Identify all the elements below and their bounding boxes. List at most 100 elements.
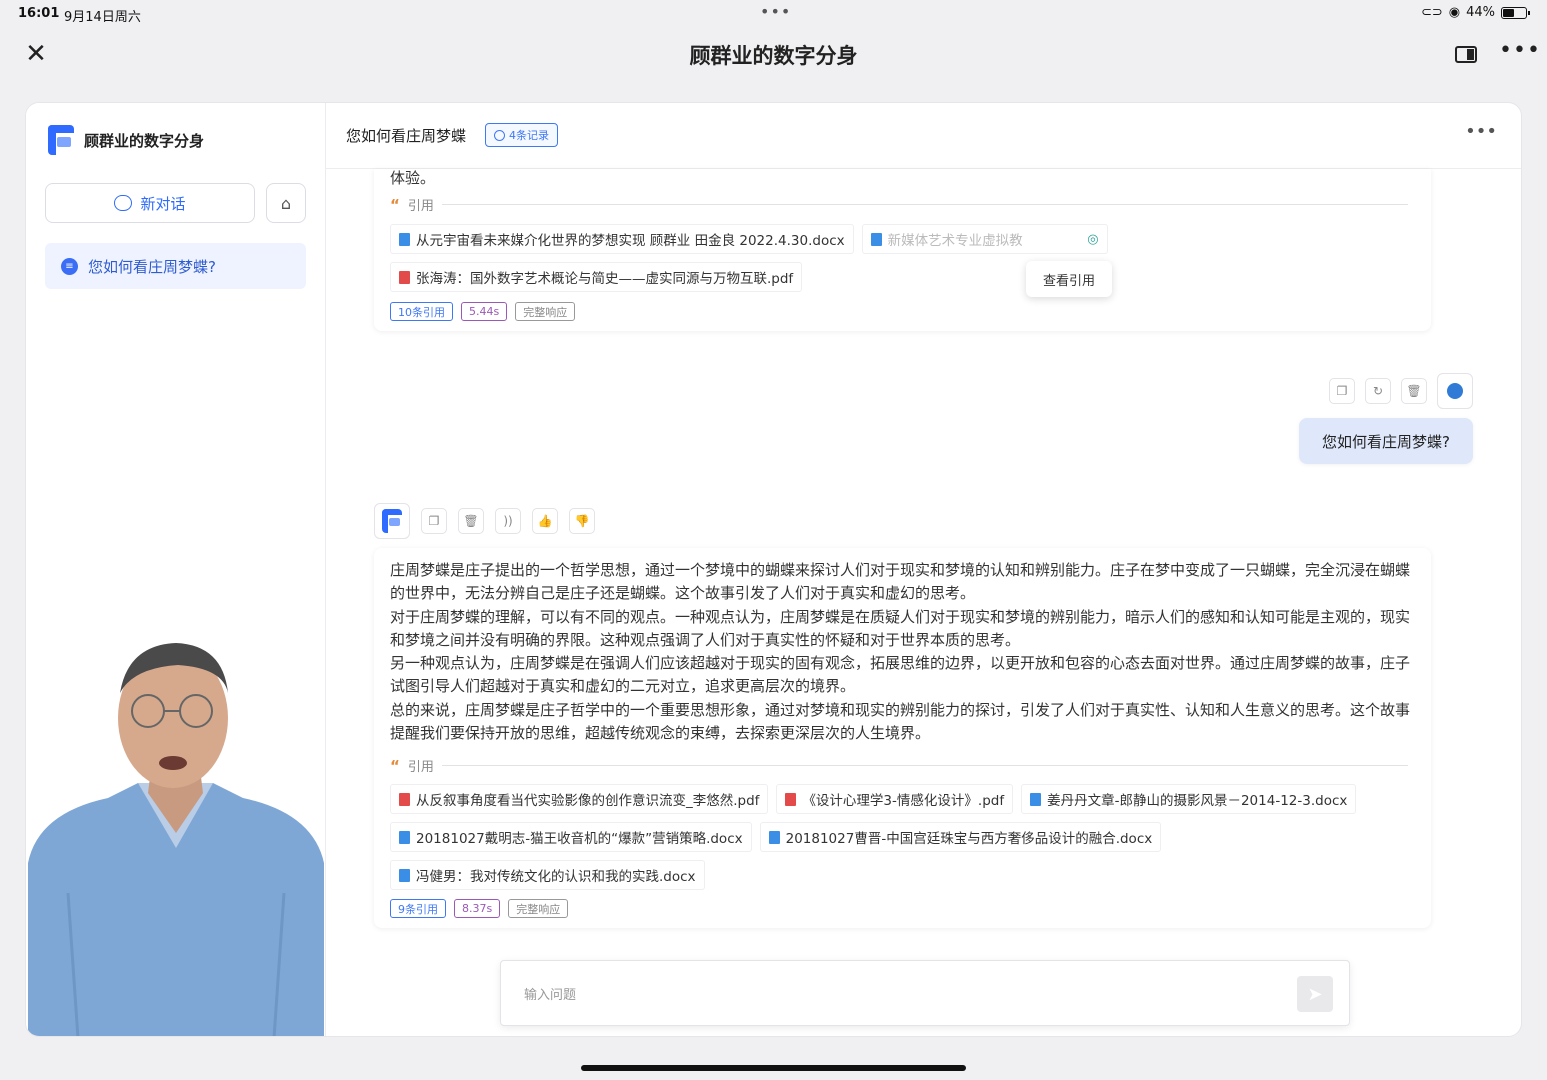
question-input-bar[interactable]: 输入问题 ➤ xyxy=(500,960,1350,1026)
docx-file-icon xyxy=(1030,792,1042,806)
bot-message-actions: ❐ 🗑 )) 👍 👎 xyxy=(374,503,595,539)
copy-icon[interactable]: ❐ xyxy=(421,508,447,534)
citation-name: 从元宇宙看未来媒介化世界的梦想实现 顾群业 田金良 2022.4.30.docx xyxy=(416,233,845,249)
send-button[interactable]: ➤ xyxy=(1297,976,1333,1012)
avatar-video xyxy=(28,633,324,1036)
citation-chip[interactable]: 从反叙事角度看当代实验影像的创作意识流变_李悠然.pdf xyxy=(390,784,769,814)
lock-rotation-icon: ◉ xyxy=(1448,5,1461,20)
citation-list: 从元宇宙看未来媒介化世界的梦想实现 顾群业 田金良 2022.4.30.docx… xyxy=(390,224,1420,292)
user-message: 您如何看庄周梦蝶? xyxy=(1299,418,1473,464)
split-view-icon[interactable] xyxy=(1455,46,1477,63)
more-options-icon[interactable]: ••• xyxy=(1499,38,1541,63)
pdf-file-icon xyxy=(785,792,797,806)
user-avatar xyxy=(1437,373,1473,409)
citation-chip[interactable]: 张海涛：国外数字艺术概论与简史——虚实同源与万物互联.pdf xyxy=(390,262,803,292)
chat-bubble-icon: ≡ xyxy=(61,257,78,275)
citation-chip[interactable]: 20181027戴明志-猫王收音机的“爆款”营销策略.docx xyxy=(390,822,752,852)
thumbs-down-icon[interactable]: 👎 xyxy=(569,508,595,534)
view-citation-tooltip[interactable]: 查看引用 xyxy=(1026,261,1112,297)
message-text: 庄周梦蝶是庄子提出的一个哲学思想，通过一个梦境中的蝴蝶来探讨人们对于现实和梦境的… xyxy=(390,559,1418,745)
citation-name: 张海涛：国外数字艺术概论与简史——虚实同源与万物互联.pdf xyxy=(416,271,794,287)
chat-header: 您如何看庄周梦蝶 4条记录 ••• xyxy=(326,103,1521,169)
message-paragraph: 庄周梦蝶是庄子提出的一个哲学思想，通过一个梦境中的蝴蝶来探讨人们对于现实和梦境的… xyxy=(390,561,1411,603)
refresh-icon[interactable]: ↻ xyxy=(1365,378,1391,404)
quote-icon: “ xyxy=(390,756,400,775)
citation-chip[interactable]: 从元宇宙看未来媒介化世界的梦想实现 顾群业 田金良 2022.4.30.docx xyxy=(390,224,854,254)
quote-icon: “ xyxy=(390,195,400,214)
message-paragraph: 另一种观点认为，庄周梦蝶是在强调人们应该超越对于现实的固有观念，拓展思维的边界，… xyxy=(390,654,1411,696)
send-icon: ➤ xyxy=(1307,983,1323,1005)
sidebar-item-label: 您如何看庄周梦蝶? xyxy=(88,257,216,276)
chat-panel: 您如何看庄周梦蝶 4条记录 ••• 体验。 “ 引用 从元宇宙看未来媒介化世界的… xyxy=(326,103,1521,1036)
pdf-file-icon xyxy=(399,270,410,284)
delete-icon[interactable]: 🗑 xyxy=(1401,378,1427,404)
delete-icon[interactable]: 🗑 xyxy=(458,508,484,534)
new-chat-button[interactable]: 新对话 xyxy=(45,183,255,223)
eye-icon[interactable]: ◎ xyxy=(1087,232,1098,247)
record-badge-label: 4条记录 xyxy=(509,129,549,142)
bot-message: 庄周梦蝶是庄子提出的一个哲学思想，通过一个梦境中的蝴蝶来探讨人们对于现实和梦境的… xyxy=(374,548,1431,928)
citation-list: 从反叙事角度看当代实验影像的创作意识流变_李悠然.pdf 《设计心理学3-情感化… xyxy=(390,784,1420,890)
complete-response-tag: 完整响应 xyxy=(508,899,569,918)
new-chat-label: 新对话 xyxy=(140,194,186,213)
record-badge[interactable]: 4条记录 xyxy=(485,123,558,147)
citation-count-tag: 9条引用 xyxy=(390,899,446,918)
brand-name: 顾群业的数字分身 xyxy=(84,131,205,150)
home-indicator[interactable] xyxy=(581,1065,966,1071)
citation-label: 引用 xyxy=(407,199,434,214)
thumbs-up-icon[interactable]: 👍 xyxy=(532,508,558,534)
message-text: 体验。 xyxy=(390,169,436,187)
citation-chip[interactable]: 新媒体艺术专业虚拟教 ◎ xyxy=(861,224,1108,254)
citation-name: 冯健男：我对传统文化的认识和我的实践.docx xyxy=(416,869,696,885)
docx-file-icon xyxy=(399,868,410,882)
multitask-dots-icon[interactable]: ••• xyxy=(760,2,791,21)
response-tags: 10条引用 5.44s 完整响应 xyxy=(390,302,576,321)
citation-header: “ 引用 xyxy=(390,756,1420,775)
status-bar: 16:01 9月14日周六 ••• ⊂⊃ ◉ 44% xyxy=(0,0,1547,28)
citation-label: 引用 xyxy=(407,760,434,775)
app-title: 顾群业的数字分身 xyxy=(689,44,858,68)
clock-icon xyxy=(494,129,505,141)
response-tags: 9条引用 8.37s 完整响应 xyxy=(390,899,569,918)
main-card: 顾群业的数字分身 新对话 ⌂ ≡ 您如何看庄周梦蝶? 您如何看庄周梦蝶 4条记录… xyxy=(25,102,1522,1037)
citation-name: 《设计心理学3-情感化设计》.pdf xyxy=(802,793,1005,809)
sidebar: 顾群业的数字分身 新对话 ⌂ ≡ 您如何看庄周梦蝶? xyxy=(26,103,326,1036)
bot-message: 体验。 “ 引用 从元宇宙看未来媒介化世界的梦想实现 顾群业 田金良 2022.… xyxy=(374,169,1431,331)
citation-name: 新媒体艺术专业虚拟教 xyxy=(887,233,1023,249)
chat-more-icon[interactable]: ••• xyxy=(1465,121,1497,142)
bot-avatar xyxy=(374,503,410,539)
citation-header: “ 引用 xyxy=(390,195,1420,214)
sidebar-item-history[interactable]: ≡ 您如何看庄周梦蝶? xyxy=(45,243,306,289)
message-paragraph: 对于庄周梦蝶的理解，可以有不同的观点。一种观点认为，庄周梦蝶是在质疑人们对于现实… xyxy=(390,607,1411,649)
pdf-file-icon xyxy=(399,792,410,806)
citation-chip[interactable]: 《设计心理学3-情感化设计》.pdf xyxy=(776,784,1014,814)
question-input[interactable]: 输入问题 xyxy=(524,984,576,1003)
status-date: 9月14日周六 xyxy=(64,10,141,25)
user-message-actions: ❐ ↻ 🗑 xyxy=(1329,373,1473,409)
citation-chip[interactable]: 冯健男：我对传统文化的认识和我的实践.docx xyxy=(390,860,705,890)
citation-chip[interactable]: 20181027曹晋-中国宫廷珠宝与西方奢侈品设计的融合.docx xyxy=(759,822,1162,852)
docx-file-icon xyxy=(399,830,410,844)
citation-name: 20181027曹晋-中国宫廷珠宝与西方奢侈品设计的融合.docx xyxy=(785,831,1153,847)
clear-history-button[interactable]: ⌂ xyxy=(266,183,306,223)
broom-icon: ⌂ xyxy=(280,193,292,213)
response-time-tag: 8.37s xyxy=(454,899,501,918)
link-icon: ⊂⊃ xyxy=(1420,5,1443,20)
chat-title: 您如何看庄周梦蝶 xyxy=(346,127,467,145)
battery-percent: 44% xyxy=(1466,5,1495,20)
copy-icon[interactable]: ❐ xyxy=(1329,378,1355,404)
status-time: 16:01 xyxy=(18,6,60,21)
battery-icon xyxy=(1501,6,1530,19)
citation-chip[interactable]: 姜丹丹文章-郎静山的摄影风景－2014-12-3.docx xyxy=(1021,784,1357,814)
speaker-icon[interactable]: )) xyxy=(495,508,521,534)
complete-response-tag: 完整响应 xyxy=(515,302,576,321)
citation-count-tag: 10条引用 xyxy=(390,302,453,321)
citation-name: 20181027戴明志-猫王收音机的“爆款”营销策略.docx xyxy=(416,831,743,847)
app-titlebar: ✕ 顾群业的数字分身 ••• xyxy=(0,28,1547,84)
chat-bubble-icon xyxy=(114,195,133,211)
citation-name: 姜丹丹文章-郎静山的摄影风景－2014-12-3.docx xyxy=(1047,793,1348,809)
brand-logo-icon xyxy=(48,125,74,155)
digital-human-figure xyxy=(28,633,324,1036)
brand: 顾群业的数字分身 xyxy=(48,125,204,155)
status-right: ⊂⊃ ◉ 44% xyxy=(1420,5,1530,20)
